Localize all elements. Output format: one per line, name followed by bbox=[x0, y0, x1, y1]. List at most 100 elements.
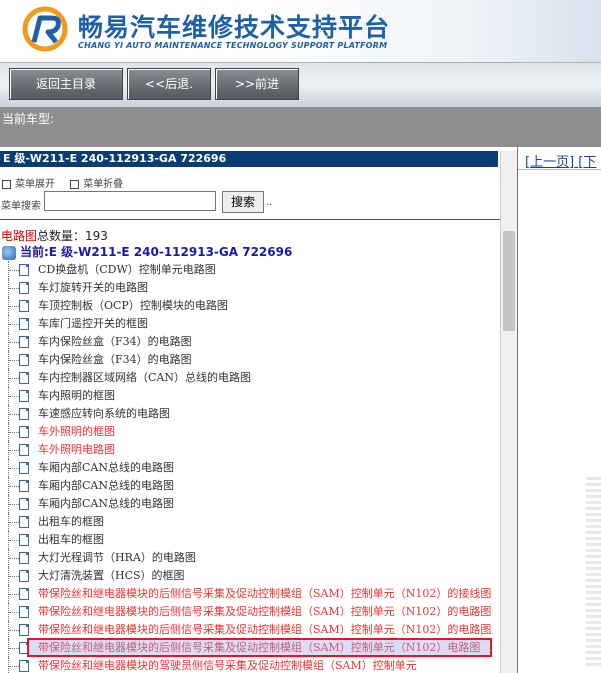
collapse-icon bbox=[70, 179, 80, 189]
current-model-bar: 当前车型: bbox=[0, 107, 601, 147]
list-item-label[interactable]: 车顶控制板（OCP）控制模块的电路图 bbox=[38, 297, 228, 315]
list-item-label[interactable]: 车厢内部CAN总线的电路图 bbox=[38, 477, 174, 495]
scrollbar-thumb[interactable] bbox=[503, 231, 515, 331]
document-icon bbox=[19, 606, 29, 618]
site-subtitle: CHANG YI AUTO MAINTENANCE TECHNOLOGY SUP… bbox=[78, 41, 388, 50]
list-item-label[interactable]: 带保险丝和继电器模块的后侧信号采集及促动控制模组（SAM）控制单元（N102）的… bbox=[38, 621, 491, 639]
list-item-label[interactable]: 出租车的框图 bbox=[38, 513, 104, 531]
computer-icon bbox=[2, 245, 16, 260]
document-icon bbox=[19, 300, 29, 312]
document-icon bbox=[19, 390, 29, 402]
document-icon bbox=[19, 354, 29, 366]
menu-toggle-row: 菜单展开 菜单折叠 bbox=[2, 175, 135, 190]
list-item-label[interactable]: 车外照明的框图 bbox=[38, 423, 115, 441]
content-pane: [上一页] [下 bbox=[518, 147, 601, 673]
list-item-label[interactable]: 车内照明的框图 bbox=[38, 387, 115, 405]
current-model-label: 当前车型: bbox=[2, 112, 55, 126]
document-icon bbox=[19, 516, 29, 528]
list-item[interactable]: 大灯光程调节（HRA）的电路图 bbox=[0, 549, 500, 567]
document-icon bbox=[19, 480, 29, 492]
scrollbar[interactable] bbox=[500, 151, 517, 673]
list-item-label[interactable]: 车厢内部CAN总线的电路图 bbox=[38, 459, 174, 477]
list-item[interactable]: 车内控制器区域网络（CAN）总线的电路图 bbox=[0, 369, 500, 387]
menu-collapse[interactable]: 菜单折叠 bbox=[70, 179, 123, 190]
list-item-label[interactable]: 带保险丝和继电器模块的驾驶员侧信号采集及促动控制模组（SAM）控制单元 bbox=[38, 657, 417, 673]
back-to-main-button[interactable]: 返回主目录 bbox=[9, 68, 123, 100]
list-item[interactable]: 带保险丝和继电器模块的后侧信号采集及促动控制模组（SAM）控制单元（N102）的… bbox=[0, 585, 500, 603]
count-value: 193 bbox=[85, 229, 108, 243]
logo-icon bbox=[22, 6, 68, 52]
nav-bar: 返回主目录 <<后退. >>前进 bbox=[0, 62, 601, 108]
count-row: 电路图总数量：193 bbox=[1, 227, 108, 244]
document-icon bbox=[19, 318, 29, 330]
next-page-fragment[interactable]: [下 bbox=[578, 155, 596, 170]
list-item-label[interactable]: 带保险丝和继电器模块的后侧信号采集及促动控制模组（SAM）控制单元（N102）的… bbox=[38, 585, 491, 603]
document-icon bbox=[19, 426, 29, 438]
list-item-label[interactable]: 车外照明电路图 bbox=[38, 441, 115, 459]
list-item[interactable]: 车速感应转向系统的电路图 bbox=[0, 405, 500, 423]
count-prefix: 电路图 bbox=[1, 229, 38, 243]
list-item[interactable]: 车内照明的框图 bbox=[0, 387, 500, 405]
site-title: 畅易汽车维修技术支持平台 bbox=[78, 13, 391, 42]
document-icon bbox=[19, 336, 29, 348]
list-item[interactable]: 车内保险丝盒（F34）的电路图 bbox=[0, 351, 500, 369]
list-item[interactable]: 车内保险丝盒（F34）的电路图 bbox=[0, 333, 500, 351]
selected-item-highlight bbox=[27, 638, 492, 657]
list-item[interactable]: 车厢内部CAN总线的电路图 bbox=[0, 495, 500, 513]
search-button[interactable]: 搜索 bbox=[222, 191, 264, 213]
list-item[interactable]: 大灯清洗装置（HCS）的框图 bbox=[0, 567, 500, 585]
search-label: 菜单搜索 bbox=[1, 201, 41, 212]
search-row: 菜单搜索 搜索 .. bbox=[0, 191, 300, 213]
list-item-label[interactable]: 车速感应转向系统的电路图 bbox=[38, 405, 170, 423]
document-icon bbox=[19, 660, 29, 672]
list-item-label[interactable]: 车内保险丝盒（F34）的电路图 bbox=[38, 351, 192, 369]
list-item[interactable]: 出租车的框图 bbox=[0, 531, 500, 549]
document-icon bbox=[19, 264, 29, 276]
list-item[interactable]: 带保险丝和继电器模块的驾驶员侧信号采集及促动控制模组（SAM）控制单元 bbox=[0, 657, 500, 673]
document-icon bbox=[19, 588, 29, 600]
list-item[interactable]: 带保险丝和继电器模块的后侧信号采集及促动控制模组（SAM）控制单元（N102）的… bbox=[0, 621, 500, 639]
list-item-label[interactable]: 车灯旋转开关的电路图 bbox=[38, 279, 148, 297]
prev-page-link[interactable]: [上一页] [下 bbox=[525, 151, 596, 170]
document-icon bbox=[19, 624, 29, 636]
list-item-label[interactable]: 车内控制器区域网络（CAN）总线的电路图 bbox=[38, 369, 251, 387]
menu-expand[interactable]: 菜单展开 bbox=[2, 179, 55, 190]
list-item[interactable]: CD换盘机（CDW）控制单元电路图 bbox=[0, 261, 500, 279]
document-icon bbox=[19, 534, 29, 546]
search-dots: .. bbox=[266, 197, 273, 208]
diagram-preview bbox=[586, 477, 601, 667]
document-icon bbox=[19, 570, 29, 582]
list-item-label[interactable]: 带保险丝和继电器模块的后侧信号采集及促动控制模组（SAM）控制单元（N102）的… bbox=[38, 603, 491, 621]
document-icon bbox=[19, 408, 29, 420]
list-item-label[interactable]: 大灯光程调节（HRA）的电路图 bbox=[38, 549, 196, 567]
document-icon bbox=[19, 282, 29, 294]
list-item[interactable]: 车厢内部CAN总线的电路图 bbox=[0, 459, 500, 477]
list-item[interactable]: 车库门遥控开关的框图 bbox=[0, 315, 500, 333]
vehicle-title-bar: E 级-W211-E 240-112913-GA 722696 bbox=[0, 151, 498, 167]
list-item[interactable]: 带保险丝和继电器模块的后侧信号采集及促动控制模组（SAM）控制单元（N102）的… bbox=[0, 603, 500, 621]
list-item-label[interactable]: 车厢内部CAN总线的电路图 bbox=[38, 495, 174, 513]
back-button[interactable]: <<后退. bbox=[127, 68, 211, 100]
list-item-label[interactable]: CD换盘机（CDW）控制单元电路图 bbox=[38, 261, 216, 279]
list-item-label[interactable]: 车内保险丝盒（F34）的电路图 bbox=[38, 333, 192, 351]
list-item-label[interactable]: 车库门遥控开关的框图 bbox=[38, 315, 148, 333]
search-input[interactable] bbox=[44, 191, 216, 211]
document-icon bbox=[19, 462, 29, 474]
list-item[interactable]: 车厢内部CAN总线的电路图 bbox=[0, 477, 500, 495]
list-item[interactable]: 车外照明电路图 bbox=[0, 441, 500, 459]
count-label: 总数量： bbox=[37, 229, 86, 243]
list-item-label[interactable]: 大灯清洗装置（HCS）的框图 bbox=[38, 567, 185, 585]
list-item-label[interactable]: 出租车的框图 bbox=[38, 531, 104, 549]
prev-page-label: [上一页] bbox=[525, 155, 575, 170]
document-icon bbox=[19, 498, 29, 510]
divider bbox=[0, 219, 500, 220]
document-icon bbox=[19, 372, 29, 384]
list-item[interactable]: 车外照明的框图 bbox=[0, 423, 500, 441]
menu-expand-label: 菜单展开 bbox=[15, 179, 55, 190]
forward-button[interactable]: >>前进 bbox=[215, 68, 299, 100]
list-item[interactable]: 出租车的框图 bbox=[0, 513, 500, 531]
list-item[interactable]: 车顶控制板（OCP）控制模块的电路图 bbox=[0, 297, 500, 315]
tree-root[interactable]: 当前:E 级-W211-E 240-112913-GA 722696 bbox=[2, 243, 292, 260]
list-item[interactable]: 车灯旋转开关的电路图 bbox=[0, 279, 500, 297]
expand-icon bbox=[2, 179, 11, 189]
